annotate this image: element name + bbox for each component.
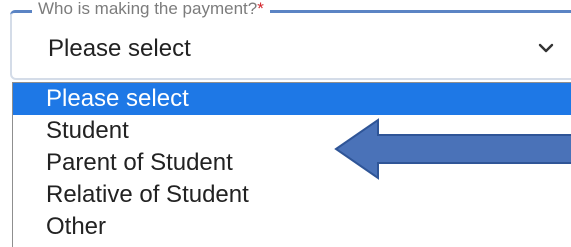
- selected-value: Please select: [48, 35, 191, 62]
- payer-select[interactable]: Who is making the payment?* Please selec…: [10, 0, 571, 80]
- chevron-down-icon[interactable]: [538, 42, 554, 54]
- option-relative-of-student[interactable]: Relative of Student: [13, 179, 571, 211]
- field-label: Who is making the payment?*: [32, 0, 270, 19]
- left-arrow-icon: [334, 118, 571, 180]
- option-please-select[interactable]: Please select: [13, 83, 571, 115]
- option-other[interactable]: Other: [13, 211, 571, 243]
- field-label-text: Who is making the payment?: [38, 0, 258, 18]
- payment-form-stage: Who is making the payment?* Please selec…: [0, 0, 571, 247]
- required-marker: *: [257, 0, 264, 18]
